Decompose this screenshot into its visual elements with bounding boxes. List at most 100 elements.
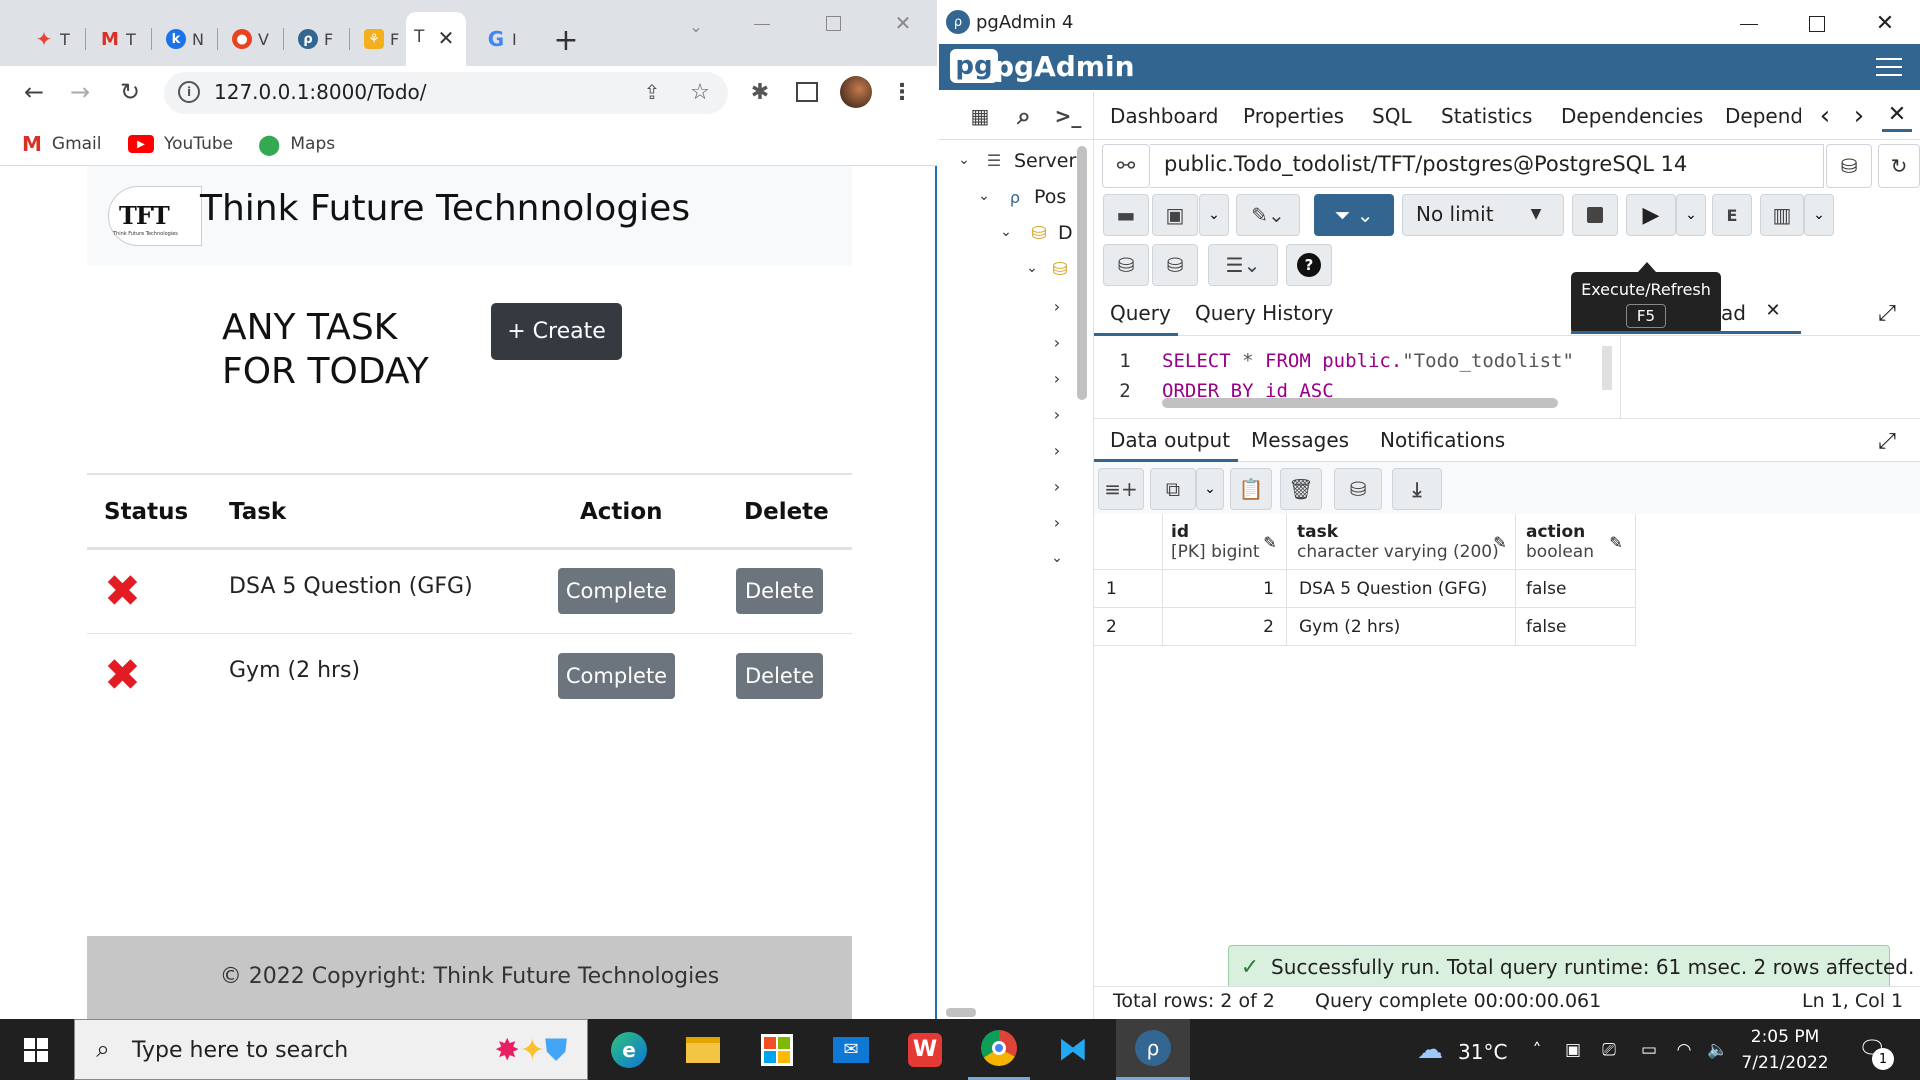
share-icon[interactable]: ⇪ [638,78,666,106]
cell-id[interactable]: 1 [1163,570,1287,608]
reload-icon[interactable]: ↻ [114,76,146,108]
side-panel-icon[interactable] [796,82,818,102]
avatar[interactable] [840,76,872,108]
tab-notifications[interactable]: Notifications [1380,428,1505,452]
delete-button[interactable]: Delete [736,653,823,699]
tray-display-icon[interactable]: ⎚ [1598,1036,1620,1064]
chevron-right-icon[interactable]: › [1050,368,1064,388]
chevron-right-icon[interactable]: › [1050,332,1064,352]
cell-task[interactable]: DSA 5 Question (GFG) [1287,570,1516,608]
forward-arrow-icon[interactable]: → [64,76,96,108]
weather-temperature[interactable]: 31°C [1458,1040,1507,1064]
cell-id[interactable]: 2 [1163,608,1287,646]
create-button[interactable]: + Create [491,303,622,360]
explain-icon[interactable]: E [1712,194,1752,236]
paste-icon[interactable]: 📋 [1230,468,1272,510]
stop-icon[interactable] [1572,194,1618,236]
tray-chevron-up-icon[interactable]: ˄ [1526,1036,1548,1064]
edit-pencil-icon[interactable]: ✎ [1490,532,1510,552]
editor-vscrollbar[interactable] [1602,346,1612,390]
taskbar-wps[interactable]: W [894,1019,956,1080]
taskbar-file-explorer[interactable] [672,1019,734,1080]
bookmark-maps[interactable]: ⬤ Maps [258,130,335,158]
commit-icon[interactable]: ⛁ [1103,244,1149,286]
brand-title[interactable]: Think Future Technnologies [200,188,690,229]
tree-node-servers[interactable]: Server [1014,150,1076,172]
database-stack-icon[interactable]: ⛁ [1826,144,1872,188]
chevron-right-icon[interactable]: › [1050,296,1064,316]
tab-scroll-left-icon[interactable]: ‹ [1812,98,1838,134]
browser-tab[interactable]: GI [472,18,538,60]
edit-pencil-icon[interactable]: ✎ [1260,532,1280,552]
copy-icon[interactable]: ⧉ [1150,468,1196,510]
delete-row-icon[interactable]: 🗑 [1280,468,1322,510]
tree-node-postgres[interactable]: Pos [1034,186,1066,208]
taskbar-vscode[interactable]: ⧓ [1042,1019,1104,1080]
battery-icon[interactable]: ▭ [1636,1036,1662,1064]
taskbar-clock[interactable]: 2:05 PM 7/21/2022 [1740,1024,1830,1076]
taskbar-mail[interactable]: ✉ [820,1019,882,1080]
chevron-down-icon[interactable]: ⌄ [1048,548,1066,568]
filter-icon[interactable]: ⏷ ⌄ [1314,194,1394,236]
taskbar-edge[interactable]: e [598,1019,660,1080]
chevron-down-icon[interactable]: ⌄ [998,222,1014,242]
chevron-right-icon[interactable]: › [1050,440,1064,460]
cell-task[interactable]: Gym (2 hrs) [1287,608,1516,646]
tab-statistics[interactable]: Statistics [1441,92,1532,140]
tree-scrollbar[interactable] [1077,146,1087,400]
add-row-icon[interactable]: ≡+ [1098,468,1144,510]
scratch-pad-area[interactable] [1620,336,1920,418]
cell-action[interactable]: false [1516,608,1636,646]
taskbar-chrome[interactable] [968,1019,1030,1080]
expand-icon[interactable]: ⤢ [1872,426,1902,456]
tree-node-database[interactable]: D [1058,222,1073,244]
close-icon[interactable]: ✕ [892,11,914,35]
save-data-icon[interactable]: ⛁ [1334,468,1382,510]
bookmark-youtube[interactable]: ▶ YouTube [128,130,233,158]
tab-properties[interactable]: Properties [1243,92,1344,140]
browser-tab[interactable]: ● V [218,18,284,60]
chevron-down-icon[interactable]: ⌄ [976,186,992,206]
chevron-down-icon[interactable]: ⌄ [1024,258,1040,278]
editor-hscrollbar[interactable] [1162,398,1558,408]
sql-code[interactable]: SELECT * FROM public."Todo_todolist" ORD… [1162,346,1618,406]
tab-dependents[interactable]: Depend [1725,92,1801,140]
tab-search-icon[interactable]: ⌄ [684,14,708,38]
tree-hscrollbar[interactable] [946,1008,976,1017]
chevron-right-icon[interactable]: › [1050,512,1064,532]
site-info-icon[interactable]: i [178,81,200,103]
rollback-icon[interactable]: ⛁ [1152,244,1198,286]
extensions-icon[interactable]: ✱ [746,78,774,106]
wifi-icon[interactable]: ◠ [1672,1036,1696,1064]
tab-scratch-pad[interactable]: ad [1721,301,1746,325]
chevron-right-icon[interactable]: › [1050,476,1064,496]
weather-icon[interactable]: ☁ [1410,1034,1450,1066]
query-tool-icon[interactable]: ▦ [962,100,998,132]
new-tab-button[interactable]: + [548,22,584,58]
explain-analyze-icon[interactable]: ▥ [1760,194,1804,236]
tray-device-icon[interactable]: ▣ [1562,1036,1584,1064]
open-file-icon[interactable]: ▬ [1103,194,1149,236]
hamburger-menu-icon[interactable] [1876,58,1902,76]
taskbar-store[interactable] [746,1019,808,1080]
close-icon[interactable]: ✕ [1872,10,1898,36]
save-file-icon[interactable]: ▣ [1152,194,1198,236]
download-icon[interactable]: ⤓ [1392,468,1442,510]
delete-button[interactable]: Delete [736,568,823,614]
browser-tab[interactable]: MT [86,18,152,60]
col-header-task[interactable]: task character varying (200) [1287,514,1516,570]
chevron-down-icon[interactable]: ⌄ [1199,194,1229,236]
browser-tab[interactable]: ρF [284,18,350,60]
tab-query-history[interactable]: Query History [1195,301,1333,325]
complete-button[interactable]: Complete [558,568,675,614]
macros-icon[interactable]: ☰⌄ [1208,244,1278,286]
chevron-down-icon[interactable]: ⌄ [1804,194,1834,236]
edit-pencil-icon[interactable]: ✎ [1606,532,1626,552]
browser-tab[interactable]: kN [152,18,218,60]
expand-icon[interactable]: ⤢ [1872,298,1902,328]
row-number[interactable]: 2 [1094,608,1163,646]
cell-action[interactable]: false [1516,570,1636,608]
menu-kebab-icon[interactable]: ⋮ [890,76,914,108]
maximize-icon[interactable] [1809,16,1825,32]
search-icon[interactable]: ⌕ [1006,100,1042,132]
